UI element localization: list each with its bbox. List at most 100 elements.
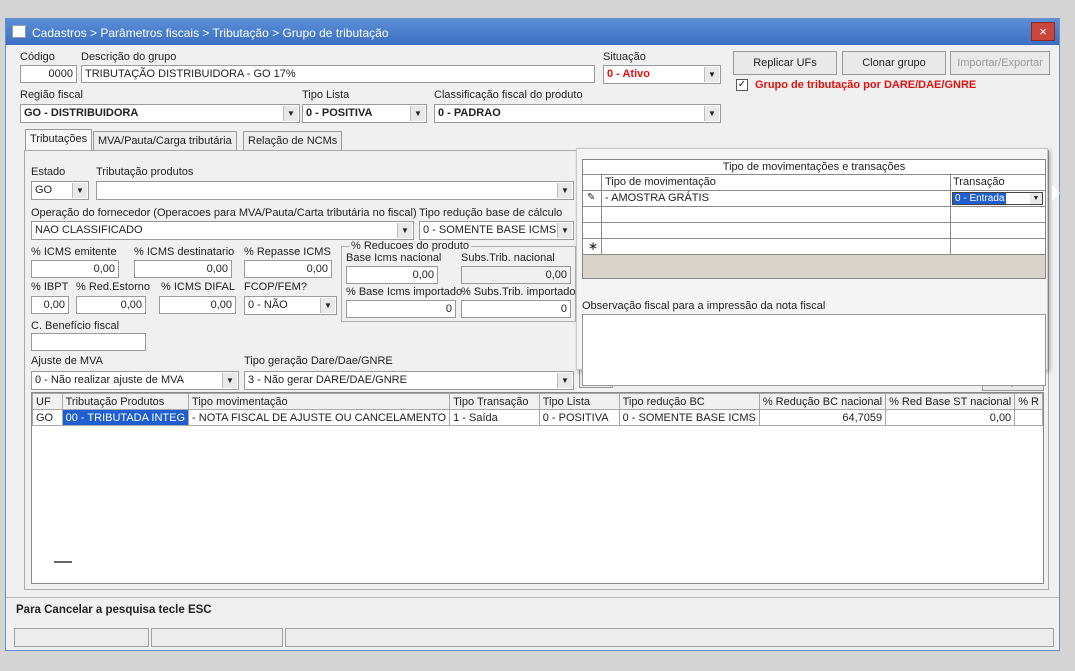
scroll-indicator bbox=[54, 561, 72, 563]
col-r[interactable]: % R bbox=[1014, 393, 1043, 410]
classificacao-value: 0 - PADRAO bbox=[438, 107, 501, 119]
cell-red-base-st-nacional: 0,00 bbox=[885, 409, 1016, 426]
tipo-reducao-select[interactable]: 0 - SOMENTE BASE ICMS ▼ bbox=[419, 221, 574, 240]
status-message: Para Cancelar a pesquisa tecle ESC bbox=[16, 604, 212, 616]
ajuste-select[interactable]: 0 - Não realizar ajuste de MVA ▼ bbox=[31, 371, 239, 390]
geracao-label: Tipo geração Dare/Dae/GNRE bbox=[244, 355, 393, 367]
tipo-lista-select[interactable]: 0 - POSITIVA ▼ bbox=[302, 104, 427, 123]
red-estorno-field[interactable]: 0,00 bbox=[76, 296, 146, 314]
subs-imp-field[interactable]: 0 bbox=[461, 300, 571, 318]
estado-select[interactable]: GO ▼ bbox=[31, 181, 89, 200]
situacao-label: Situação bbox=[603, 51, 646, 63]
classificacao-select[interactable]: 0 - PADRAO ▼ bbox=[434, 104, 721, 123]
main-window: Cadastros > Parâmetros fiscais > Tributa… bbox=[5, 18, 1060, 651]
beneficio-field[interactable] bbox=[31, 333, 146, 351]
chevron-down-icon: ▼ bbox=[704, 106, 719, 121]
status-bar bbox=[14, 628, 1054, 648]
cell-tipo-lista: 0 - POSITIVA bbox=[538, 409, 620, 426]
base-nac-label: Base Icms nacional bbox=[346, 252, 442, 264]
operacao-label: Operação do fornecedor (Operacoes para M… bbox=[31, 207, 417, 219]
cursor-arrow-icon bbox=[1052, 185, 1060, 201]
cell-uf: GO bbox=[32, 409, 63, 426]
obs-textarea[interactable] bbox=[582, 314, 1046, 386]
trib-produtos-label: Tributação produtos bbox=[96, 166, 194, 178]
icms-emitente-field[interactable]: 0,00 bbox=[31, 260, 119, 278]
chevron-down-icon: ▼ bbox=[1030, 193, 1042, 204]
transacoes-grid: Tipo de movimentações e transações Tipo … bbox=[582, 159, 1046, 279]
ajuste-label: Ajuste de MVA bbox=[31, 355, 103, 367]
fcop-select[interactable]: 0 - NÃO ▼ bbox=[244, 296, 337, 315]
red-estorno-label: % Red.Estorno bbox=[76, 281, 150, 293]
table-row[interactable]: GO 00 - TRIBUTADA INTEG - NOTA FISCAL DE… bbox=[32, 409, 1043, 426]
cell-reducao-bc-nacional: 64,7059 bbox=[758, 409, 887, 426]
col-red-base-st-nacional[interactable]: % Red Base ST nacional bbox=[885, 393, 1016, 410]
transacao-select[interactable]: 0 - Entrada ▼ bbox=[952, 192, 1043, 205]
geracao-select[interactable]: 3 - Não gerar DARE/DAE/GNRE ▼ bbox=[244, 371, 574, 390]
ibpt-field[interactable]: 0,00 bbox=[31, 296, 69, 314]
chevron-down-icon: ▼ bbox=[410, 106, 425, 121]
estado-label: Estado bbox=[31, 166, 66, 178]
col-tipo-lista[interactable]: Tipo Lista bbox=[538, 393, 620, 410]
divider bbox=[6, 597, 1059, 598]
situacao-select[interactable]: 0 - Ativo ▼ bbox=[603, 65, 721, 84]
operacao-select[interactable]: NAO CLASSIFICADO ▼ bbox=[31, 221, 414, 240]
ajuste-value: 0 - Não realizar ajuste de MVA bbox=[35, 374, 184, 386]
base-imp-label: % Base Icms importado bbox=[346, 286, 463, 298]
base-imp-field[interactable]: 0 bbox=[346, 300, 456, 318]
transacao-value: 0 - Entrada bbox=[953, 193, 1007, 204]
icms-dest-field[interactable]: 0,00 bbox=[134, 260, 232, 278]
base-nac-field[interactable]: 0,00 bbox=[346, 266, 438, 284]
chevron-down-icon: ▼ bbox=[72, 183, 87, 198]
dare-checkbox[interactable]: ✓ bbox=[736, 79, 748, 91]
tab-tributacoes[interactable]: Tributações bbox=[25, 129, 93, 151]
col-tipo-reducao-bc[interactable]: Tipo redução BC bbox=[618, 393, 760, 410]
col-transacao: Transação bbox=[953, 176, 1005, 188]
geracao-value: 3 - Não gerar DARE/DAE/GNRE bbox=[248, 374, 407, 386]
trib-produtos-select[interactable]: ▼ bbox=[96, 181, 574, 200]
subs-imp-label: % Subs.Trib. importado bbox=[461, 286, 576, 298]
col-reducao-bc-nacional[interactable]: % Redução BC nacional bbox=[758, 393, 887, 410]
repasse-field[interactable]: 0,00 bbox=[244, 260, 332, 278]
title-bar: Cadastros > Parâmetros fiscais > Tributa… bbox=[6, 19, 1059, 45]
clonar-grupo-button[interactable]: Clonar grupo bbox=[842, 51, 946, 75]
codigo-label: Código bbox=[20, 51, 55, 63]
tipo-lista-value: 0 - POSITIVA bbox=[306, 107, 373, 119]
col-tipo-transacao[interactable]: Tipo Transação bbox=[449, 393, 540, 410]
tab-mva-pauta[interactable]: MVA/Pauta/Carga tributária bbox=[93, 131, 237, 151]
descricao-field[interactable]: TRIBUTAÇÃO DISTRIBUIDORA - GO 17% bbox=[81, 65, 595, 83]
app-icon bbox=[12, 25, 26, 38]
subs-nac-field[interactable]: 0,00 bbox=[461, 266, 571, 284]
row1-movimentacao[interactable]: - AMOSTRA GRÁTIS bbox=[605, 192, 709, 204]
tipo-reducao-value: 0 - SOMENTE BASE ICMS bbox=[423, 224, 557, 236]
regiao-select[interactable]: GO - DISTRIBUIDORA ▼ bbox=[20, 104, 300, 123]
col-tipo-movimentacao[interactable]: Tipo movimentação bbox=[188, 393, 451, 410]
chevron-down-icon: ▼ bbox=[222, 373, 237, 388]
operacao-value: NAO CLASSIFICADO bbox=[35, 224, 143, 236]
regiao-label: Região fiscal bbox=[20, 89, 83, 101]
codigo-field[interactable]: 0000 bbox=[20, 65, 77, 83]
tipo-reducao-label: Tipo redução base de cálculo bbox=[419, 207, 563, 219]
window-title: Cadastros > Parâmetros fiscais > Tributa… bbox=[32, 26, 389, 40]
tipo-lista-label: Tipo Lista bbox=[302, 89, 350, 101]
replicar-ufs-button[interactable]: Replicar UFs bbox=[733, 51, 837, 75]
situacao-value: 0 - Ativo bbox=[607, 68, 650, 80]
cell-r bbox=[1014, 409, 1043, 426]
close-button[interactable]: × bbox=[1031, 22, 1055, 41]
col-tributacao-produtos[interactable]: Tributação Produtos bbox=[61, 393, 190, 410]
col-uf[interactable]: UF bbox=[32, 393, 63, 410]
new-row-icon: ∗ bbox=[588, 239, 599, 253]
grid-body: Tipo de movimentação Transação ✎ - AMOST… bbox=[583, 175, 1045, 255]
estado-value: GO bbox=[35, 184, 53, 196]
chevron-down-icon: ▼ bbox=[557, 373, 572, 388]
ibpt-label: % IBPT bbox=[31, 281, 69, 293]
beneficio-label: C. Benefício fiscal bbox=[31, 320, 120, 332]
chevron-down-icon: ▼ bbox=[704, 67, 719, 82]
importar-exportar-button[interactable]: Importar/Exportar bbox=[950, 51, 1050, 75]
cell-tributacao-produtos: 00 - TRIBUTADA INTEG bbox=[61, 409, 190, 426]
cell-tipo-transacao: 1 - Saída bbox=[449, 409, 540, 426]
icms-difal-field[interactable]: 0,00 bbox=[159, 296, 236, 314]
tab-relacao-ncms[interactable]: Relação de NCMs bbox=[243, 131, 343, 151]
chevron-down-icon: ▼ bbox=[397, 223, 412, 238]
chevron-down-icon: ▼ bbox=[557, 223, 572, 238]
classificacao-label: Classificação fiscal do produto bbox=[434, 89, 583, 101]
